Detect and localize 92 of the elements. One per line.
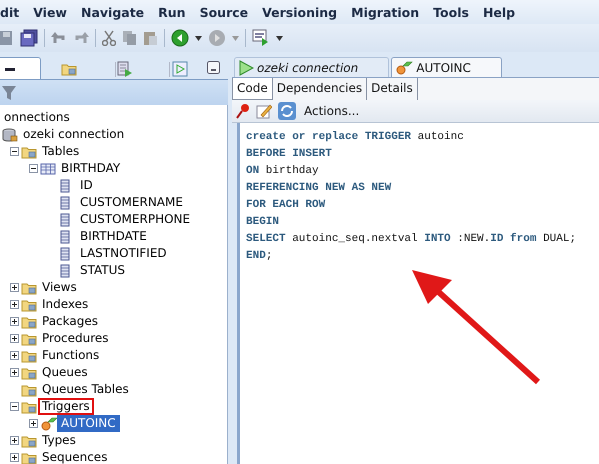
expand-icon[interactable] — [29, 419, 38, 428]
tree-item[interactable]: BIRTHDATE — [76, 228, 151, 245]
editor-tab[interactable]: ozeki connection — [234, 57, 390, 77]
tree-item[interactable]: Indexes — [38, 296, 92, 313]
menu-item[interactable]: Source — [200, 4, 258, 20]
collapse-icon[interactable] — [10, 402, 19, 411]
column-icon — [59, 196, 71, 210]
tree-item[interactable]: BIRTHDAY — [57, 160, 124, 177]
editor-tab[interactable]: AUTOINC — [391, 57, 502, 77]
reports-icon — [114, 60, 133, 76]
tree-item[interactable]: CUSTOMERPHONE — [76, 211, 194, 228]
tree-item[interactable]: STATUS — [76, 262, 130, 279]
expand-icon[interactable] — [10, 334, 19, 343]
save-all-icon[interactable] — [20, 29, 38, 47]
folder-icon — [21, 144, 37, 158]
back-icon[interactable] — [171, 29, 189, 47]
tree-item[interactable]: Types — [38, 432, 80, 449]
menu-item[interactable]: Run — [158, 4, 195, 20]
menu-item[interactable]: Migration — [351, 4, 428, 20]
expand-icon[interactable] — [10, 436, 19, 445]
expand-icon[interactable] — [10, 453, 19, 462]
folder-icon — [61, 62, 77, 76]
run-icon — [168, 60, 189, 76]
column-icon — [59, 264, 71, 278]
folder-icon — [21, 400, 37, 414]
code-line: ON birthday — [246, 164, 320, 179]
trigger-icon — [395, 60, 414, 74]
code-line: create or replace TRIGGER autoinc — [246, 130, 465, 145]
sql-run-icon[interactable] — [252, 29, 270, 47]
column-icon — [59, 246, 71, 260]
folder-icon — [21, 450, 37, 464]
actions-button[interactable]: Actions... — [302, 104, 362, 118]
dropdown-icon[interactable] — [276, 36, 283, 40]
undo-icon[interactable] — [51, 30, 67, 46]
folder-icon — [21, 348, 37, 362]
code-line: BEFORE INSERT — [246, 147, 333, 162]
menu-item[interactable]: Tools — [433, 4, 478, 20]
column-icon — [59, 212, 71, 226]
collapse-icon[interactable] — [29, 164, 38, 173]
code-editor[interactable]: create or replace TRIGGER autoinc BEFORE INSERT ON birthday REFERENCING NEW AS NEW FOR EACH ROW BEGIN SELECT autoinc_seq.nextval INTO :NEW.ID from DUAL; END; — [237, 123, 599, 464]
column-icon — [59, 178, 71, 192]
code-line: FOR EACH ROW — [246, 198, 326, 213]
tree-item[interactable]: Tables — [38, 143, 84, 160]
tree-item[interactable]: Procedures — [38, 330, 113, 347]
trigger-icon — [40, 416, 58, 430]
expand-icon[interactable] — [10, 368, 19, 377]
cut-icon[interactable] — [102, 30, 116, 46]
dropdown-icon[interactable] — [195, 36, 202, 40]
tree-item[interactable]: AUTOINC — [57, 415, 120, 432]
tree-item[interactable]: LASTNOTIFIED — [76, 245, 171, 262]
edit-icon[interactable] — [256, 103, 272, 119]
tree-item[interactable]: onnections — [0, 109, 74, 126]
column-icon — [59, 230, 71, 244]
folder-icon — [21, 298, 37, 312]
tree-item[interactable]: Triggers — [38, 398, 94, 415]
folder-icon — [21, 314, 37, 328]
menu-item[interactable]: Help — [482, 4, 524, 20]
tree-item[interactable]: CUSTOMERNAME — [76, 194, 187, 211]
menu-item[interactable]: View — [33, 4, 76, 20]
menu-item[interactable]: Navigate — [80, 4, 154, 20]
code-line: SELECT autoinc_seq.nextval INTO :NEW.ID from DUAL; — [246, 232, 578, 247]
expand-icon[interactable] — [10, 283, 19, 292]
code-line: END; — [246, 249, 274, 264]
tree-item[interactable]: ozeki connection — [19, 126, 128, 143]
filter-icon[interactable] — [2, 84, 16, 100]
folder-icon — [21, 382, 37, 396]
expand-icon[interactable] — [10, 300, 19, 309]
database-icon — [2, 128, 18, 142]
expand-icon[interactable] — [10, 317, 19, 326]
collapse-icon[interactable] — [10, 147, 19, 156]
folder-icon — [21, 366, 37, 380]
table-icon — [40, 162, 56, 176]
minimize-icon[interactable] — [207, 61, 220, 74]
code-line: BEGIN — [246, 215, 280, 230]
tree-item[interactable]: ID — [76, 177, 97, 194]
tree-item[interactable]: Packages — [38, 313, 102, 330]
menu-item[interactable]: Versioning — [262, 4, 346, 20]
folder-icon — [21, 280, 37, 294]
tree-item[interactable]: Views — [38, 279, 81, 296]
folder-icon — [21, 434, 37, 448]
folder-icon — [21, 332, 37, 346]
refresh-icon[interactable] — [278, 102, 296, 120]
tree-item[interactable]: Functions — [38, 347, 104, 364]
expand-icon[interactable] — [10, 351, 19, 360]
code-line: REFERENCING NEW AS NEW — [246, 181, 392, 196]
tree-item[interactable]: Queues — [38, 364, 92, 381]
save-icon[interactable] — [0, 30, 14, 46]
tree-item[interactable]: Queues Tables — [38, 381, 133, 398]
tree-item[interactable]: Sequences — [38, 449, 112, 464]
sub-tab[interactable]: Code — [232, 78, 273, 100]
pin-icon[interactable] — [236, 103, 250, 119]
menu-item[interactable]: dit — [0, 4, 28, 20]
